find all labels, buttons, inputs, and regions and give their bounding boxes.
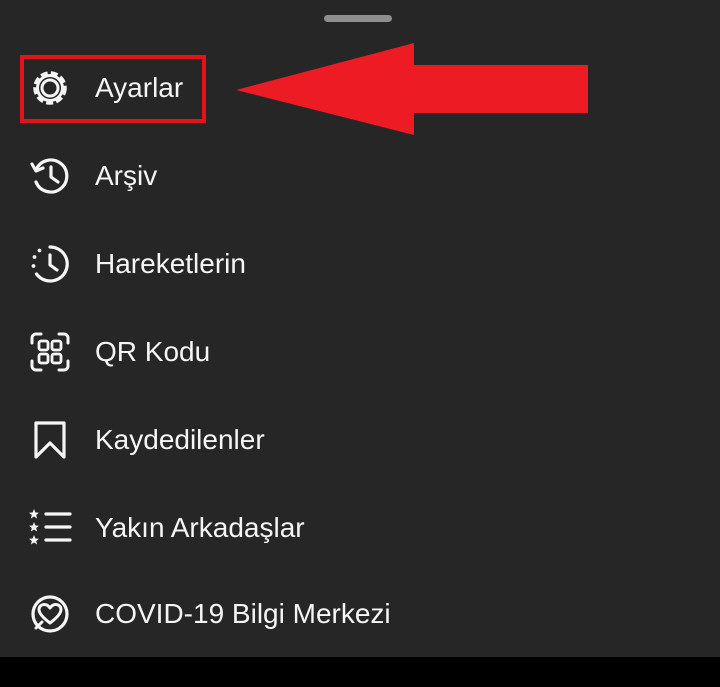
archive-history-icon: [28, 154, 72, 198]
menu-item-saved[interactable]: Kaydedilenler: [0, 396, 720, 484]
menu-item-activity[interactable]: Hareketlerin: [0, 220, 720, 308]
menu-item-label: COVID-19 Bilgi Merkezi: [95, 598, 391, 629]
bottom-sheet-menu: Ayarlar Arşiv Hareketlerin QR Kodu Kayde…: [0, 0, 720, 657]
menu-item-label: Kaydedilenler: [95, 424, 265, 455]
menu-item-label: Hareketlerin: [95, 248, 246, 279]
menu-item-covid-info[interactable]: COVID-19 Bilgi Merkezi: [0, 570, 720, 658]
activity-clock-icon: [28, 242, 72, 286]
close-friends-list-icon: [28, 506, 72, 550]
menu-item-archive[interactable]: Arşiv: [0, 132, 720, 220]
menu-item-close-friends[interactable]: Yakın Arkadaşlar: [0, 484, 720, 572]
menu-item-label: QR Kodu: [95, 336, 211, 367]
heart-badge-icon: [28, 592, 72, 636]
red-arrow-annotation: [236, 43, 588, 135]
menu-item-qr-code[interactable]: QR Kodu: [0, 308, 720, 396]
menu-item-label: Yakın Arkadaşlar: [95, 512, 305, 543]
menu-item-label: Arşiv: [95, 160, 158, 191]
bookmark-icon: [28, 418, 72, 462]
qr-code-icon: [28, 330, 72, 374]
drag-handle[interactable]: [324, 15, 392, 22]
bottom-bar: [0, 657, 720, 687]
highlight-box-annotation: [20, 55, 206, 123]
